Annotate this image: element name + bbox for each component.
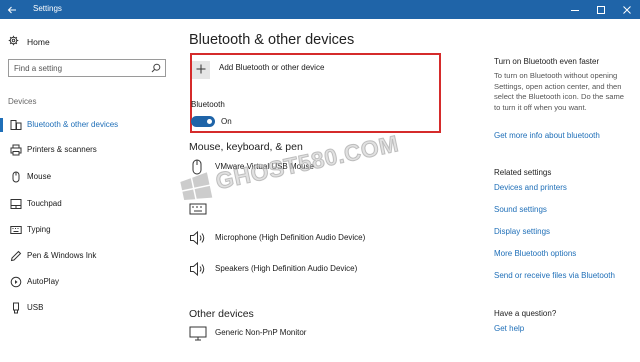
search-input[interactable] xyxy=(14,62,144,74)
sidebar-item-label: Touchpad xyxy=(27,199,62,208)
title-bar: Settings xyxy=(0,0,640,19)
sidebar-item-label: USB xyxy=(27,303,44,312)
sound-settings-link[interactable]: Sound settings xyxy=(494,205,547,214)
sidebar-item-pen[interactable]: Pen & Windows Ink xyxy=(0,246,170,266)
display-settings-link[interactable]: Display settings xyxy=(494,227,550,236)
sidebar-item-label: Mouse xyxy=(27,172,52,181)
section-heading: Other devices xyxy=(189,308,254,320)
minimize-icon[interactable] xyxy=(562,0,588,19)
search-icon[interactable] xyxy=(151,63,161,75)
bluetooth-toggle[interactable] xyxy=(191,116,215,127)
add-device-button[interactable] xyxy=(192,61,210,79)
bluetooth-state: On xyxy=(221,117,232,126)
sidebar-item-autoplay[interactable]: AutoPlay xyxy=(0,272,170,292)
sidebar: Home Devices Bluetooth & other devices P… xyxy=(0,19,170,362)
active-indicator xyxy=(0,118,3,132)
keyboard-icon xyxy=(10,224,22,236)
tip-heading: Turn on Bluetooth even faster xyxy=(494,57,600,66)
autoplay-icon xyxy=(10,276,22,288)
right-panel: Turn on Bluetooth even faster To turn on… xyxy=(470,19,640,362)
sidebar-item-label: Pen & Windows Ink xyxy=(27,251,97,260)
maximize-icon[interactable] xyxy=(588,0,614,19)
bluetooth-label: Bluetooth xyxy=(191,100,225,109)
device-label: Generic Non-PnP Monitor xyxy=(215,328,307,337)
tip-text: To turn on Bluetooth without opening Set… xyxy=(494,71,625,112)
sidebar-item-mouse[interactable]: Mouse xyxy=(0,167,170,187)
sidebar-item-usb[interactable]: USB xyxy=(0,298,170,318)
windows-logo-icon xyxy=(179,172,214,204)
get-help-link[interactable]: Get help xyxy=(494,324,524,333)
devices-printers-link[interactable]: Devices and printers xyxy=(494,183,567,192)
touchpad-icon xyxy=(10,198,22,210)
home-link[interactable]: Home xyxy=(8,35,50,48)
sidebar-item-label: AutoPlay xyxy=(27,277,60,286)
sidebar-item-touchpad[interactable]: Touchpad xyxy=(0,194,170,214)
sidebar-item-bluetooth[interactable]: Bluetooth & other devices xyxy=(0,115,170,135)
send-receive-files-link[interactable]: Send or receive files via Bluetooth xyxy=(494,271,615,280)
search-box[interactable] xyxy=(8,59,166,77)
question-heading: Have a question? xyxy=(494,309,557,318)
speaker-icon xyxy=(189,230,207,246)
devices-section-label: Devices xyxy=(8,97,37,106)
more-bluetooth-options-link[interactable]: More Bluetooth options xyxy=(494,249,576,258)
sidebar-item-label: Bluetooth & other devices xyxy=(27,120,119,129)
window-title: Settings xyxy=(33,4,62,13)
plus-icon xyxy=(196,64,206,76)
sidebar-item-printers[interactable]: Printers & scanners xyxy=(0,140,170,160)
speaker-icon xyxy=(189,261,207,277)
sidebar-item-label: Printers & scanners xyxy=(27,145,97,154)
mouse-icon xyxy=(10,171,22,183)
close-icon[interactable] xyxy=(614,0,640,19)
related-settings-heading: Related settings xyxy=(494,168,552,177)
monitor-icon xyxy=(189,325,207,341)
add-device-label[interactable]: Add Bluetooth or other device xyxy=(219,63,324,72)
bluetooth-info-link[interactable]: Get more info about bluetooth xyxy=(494,131,600,140)
page-title: Bluetooth & other devices xyxy=(189,32,355,48)
sidebar-item-label: Typing xyxy=(27,225,51,234)
device-label: Microphone (High Definition Audio Device… xyxy=(215,233,366,242)
back-arrow-icon[interactable] xyxy=(0,0,24,19)
device-label: Speakers (High Definition Audio Device) xyxy=(215,264,358,273)
usb-icon xyxy=(10,302,22,314)
bluetooth-devices-icon xyxy=(10,119,22,131)
sidebar-item-typing[interactable]: Typing xyxy=(0,220,170,240)
watermark-text: GHOST580.COM xyxy=(213,130,402,195)
toggle-knob xyxy=(207,119,212,124)
pen-icon xyxy=(10,250,22,262)
home-label: Home xyxy=(27,36,50,47)
printer-icon xyxy=(10,144,22,156)
gear-icon xyxy=(8,35,19,48)
